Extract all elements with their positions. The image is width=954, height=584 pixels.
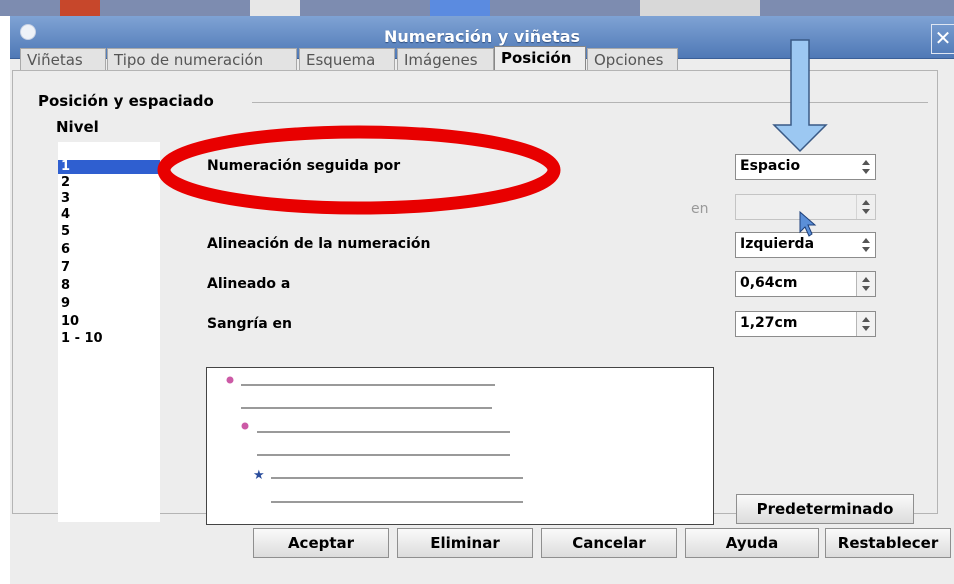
background-window-strip — [0, 0, 954, 16]
level-list[interactable]: 1 2 3 4 5 6 7 8 9 10 1 - 10 — [58, 142, 160, 522]
tab-esquema[interactable]: Esquema — [299, 48, 395, 70]
cancel-button[interactable]: Cancelar — [541, 528, 677, 558]
section-divider — [252, 102, 928, 103]
reset-button[interactable]: Restablecer — [825, 528, 951, 558]
bullet-dot-icon — [226, 376, 234, 384]
ok-button-label: Aceptar — [287, 534, 355, 552]
tab-posicion[interactable]: Posición — [494, 46, 586, 71]
spin-arrows-icon[interactable] — [856, 312, 875, 336]
level-item[interactable]: 3 — [58, 192, 160, 206]
aligned-at-label: Alineado a — [207, 276, 291, 292]
preview-pane: ★ — [206, 367, 714, 525]
spin-arrows-icon — [856, 195, 875, 219]
numbering-followed-by-value: Espacio — [740, 158, 801, 174]
level-item[interactable]: 9 — [58, 297, 160, 311]
level-item[interactable]: 5 — [58, 225, 160, 239]
chevron-updown-icon[interactable] — [857, 233, 875, 257]
default-button-label: Predeterminado — [756, 500, 894, 518]
ok-button[interactable]: Aceptar — [253, 528, 389, 558]
chevron-updown-icon[interactable] — [857, 155, 875, 179]
numbering-alignment-value: Izquierda — [740, 236, 815, 252]
aligned-at-value: 0,64cm — [740, 275, 798, 291]
tab-tipo-de-numeracion[interactable]: Tipo de numeración — [107, 48, 297, 70]
preview-drawing: ★ — [226, 376, 523, 503]
default-button[interactable]: Predeterminado — [736, 494, 914, 524]
close-icon[interactable]: ✕ — [931, 24, 954, 54]
delete-button-label: Eliminar — [430, 534, 500, 552]
help-button[interactable]: Ayuda — [685, 528, 819, 558]
help-button-label: Ayuda — [725, 534, 779, 552]
cancel-button-label: Cancelar — [572, 534, 646, 552]
level-item[interactable]: 10 — [58, 315, 160, 329]
level-label: Nivel — [56, 118, 99, 136]
level-item[interactable]: 8 — [58, 279, 160, 293]
background-window-left — [0, 16, 10, 584]
level-item[interactable]: 2 — [58, 176, 160, 190]
level-item[interactable]: 1 - 10 — [58, 332, 160, 346]
section-title: Posición y espaciado — [38, 92, 214, 110]
spin-arrows-icon[interactable] — [856, 272, 875, 296]
tab-imagenes[interactable]: Imágenes — [397, 48, 494, 70]
aligned-at-spin-field[interactable]: 0,64cm — [735, 271, 876, 297]
indent-at-spin-field[interactable]: 1,27cm — [735, 311, 876, 337]
indent-at-label: Sangría en — [207, 316, 293, 332]
dialog-title: Numeración y viñetas — [383, 27, 581, 46]
reset-button-label: Restablecer — [837, 534, 939, 552]
numbering-alignment-select[interactable]: Izquierda — [735, 232, 876, 258]
bullet-dot-icon — [241, 422, 249, 430]
level-item[interactable]: 1 — [58, 160, 160, 174]
bullet-star-icon: ★ — [253, 468, 265, 483]
delete-button[interactable]: Eliminar — [397, 528, 533, 558]
numbering-followed-by-label: Numeración seguida por — [207, 158, 401, 174]
indent-at-value: 1,27cm — [740, 315, 798, 331]
tab-vinetas[interactable]: Viñetas — [20, 48, 106, 70]
level-item[interactable]: 7 — [58, 261, 160, 275]
numbering-followed-by-select[interactable]: Espacio — [735, 154, 876, 180]
at-spin-field — [735, 194, 876, 220]
at-label: en — [691, 201, 709, 217]
level-item[interactable]: 6 — [58, 243, 160, 257]
tab-opciones[interactable]: Opciones — [587, 48, 678, 70]
numbering-alignment-label: Alineación de la numeración — [207, 236, 431, 252]
level-item[interactable]: 4 — [58, 208, 160, 222]
